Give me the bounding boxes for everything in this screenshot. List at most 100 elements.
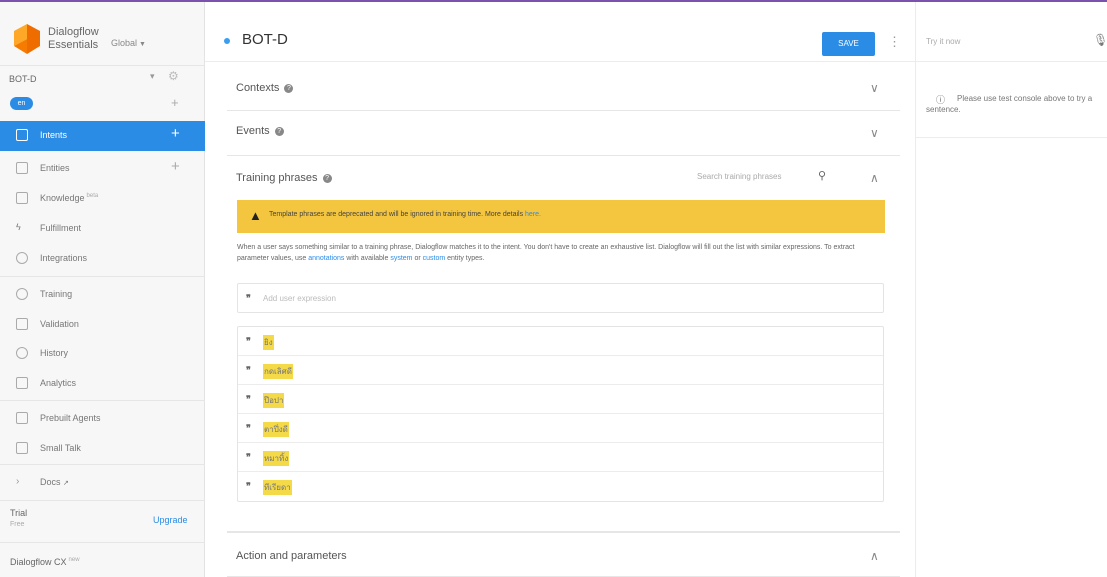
sidebar-item-integrations[interactable]: Integrations xyxy=(0,244,205,274)
upgrade-link[interactable]: Upgrade xyxy=(153,515,188,525)
beta-badge: beta xyxy=(86,193,99,199)
sidebar-item-docs[interactable]: › Docs ↗ xyxy=(0,468,205,498)
sidebar-item-training[interactable]: Training xyxy=(0,280,205,310)
sidebar-item-label: Prebuilt Agents xyxy=(40,413,101,423)
sidebar-item-entities[interactable]: Entities + xyxy=(0,154,205,184)
sidebar: Dialogflow Essentials Global ▼ BOT-D ▾ ⚙ … xyxy=(0,2,205,577)
sidebar-item-fulfillment[interactable]: ϟ Fulfillment xyxy=(0,214,205,244)
agent-selector: BOT-D ▾ ⚙ en + xyxy=(0,66,205,121)
custom-link[interactable]: custom xyxy=(423,255,446,262)
search-icon[interactable]: ⚲ xyxy=(818,169,826,182)
contexts-section[interactable]: Contexts? ∨ xyxy=(227,68,900,111)
gear-icon[interactable]: ⚙ xyxy=(168,69,179,83)
agent-dropdown-icon[interactable]: ▾ xyxy=(150,71,155,82)
language-pill[interactable]: en xyxy=(10,97,33,110)
action-parameters-section[interactable]: Action and parameters ∧ xyxy=(227,532,900,577)
microphone-icon[interactable]: 🎙 xyxy=(1093,33,1107,47)
warning-icon: ▲ xyxy=(249,208,262,223)
sidebar-item-validation[interactable]: Validation xyxy=(0,310,205,340)
list-item[interactable]: ❞ ตาปึ่งดี xyxy=(238,414,883,443)
console-hint: Please use test console above to try a s… xyxy=(926,94,1093,114)
try-it-now-input[interactable]: Try it now xyxy=(926,37,960,46)
chevron-up-icon[interactable]: ∧ xyxy=(870,549,879,563)
training-phrase[interactable]: ยิง xyxy=(263,335,274,350)
events-section[interactable]: Events? ∨ xyxy=(227,111,900,156)
list-item[interactable]: ❞ ทีเรียดา xyxy=(238,472,883,501)
dialogflow-cx-link[interactable]: Dialogflow CX new xyxy=(10,557,80,567)
save-button[interactable]: SAVE xyxy=(822,32,875,56)
chevron-down-icon[interactable]: ∨ xyxy=(870,126,879,140)
sidebar-item-label: Docs ↗ xyxy=(40,477,69,487)
quote-icon: ❞ xyxy=(246,423,251,433)
test-console: Try it now 🎙 Please use test console abo… xyxy=(915,2,1107,577)
annotations-link[interactable]: annotations xyxy=(308,255,344,262)
system-link[interactable]: system xyxy=(390,255,412,262)
knowledge-icon xyxy=(16,192,28,204)
list-item[interactable]: ❞ ยิง xyxy=(238,327,883,356)
training-phrase[interactable]: ตาปึ่งดี xyxy=(263,422,289,437)
logo-header: Dialogflow Essentials Global ▼ xyxy=(0,2,205,66)
external-link-icon: ↗ xyxy=(63,480,69,487)
validation-icon xyxy=(16,318,28,330)
console-divider xyxy=(916,61,1107,62)
desc-text: entity types. xyxy=(445,255,485,262)
editor-header: BOT-D SAVE ⋮ xyxy=(205,2,915,62)
training-phrase[interactable]: กดเลิศดี xyxy=(263,364,293,379)
sidebar-item-analytics[interactable]: Analytics xyxy=(0,369,205,399)
list-item[interactable]: ❞ ป๊อปา xyxy=(238,385,883,414)
desc-text: with available xyxy=(344,255,391,262)
region-label: Global xyxy=(111,38,138,48)
sidebar-item-label: History xyxy=(40,348,69,358)
training-phrase[interactable]: ป๊อปา xyxy=(263,393,285,408)
sidebar-item-knowledge[interactable]: Knowledge beta xyxy=(0,184,205,214)
intent-name-field[interactable]: BOT-D xyxy=(242,31,288,48)
sidebar-item-label: Intents xyxy=(40,130,68,140)
cx-label: Dialogflow CX xyxy=(10,557,67,567)
new-badge: new xyxy=(68,557,80,563)
help-icon[interactable]: ? xyxy=(274,126,284,136)
dialogflow-logo-icon xyxy=(14,24,40,54)
add-language-icon[interactable]: + xyxy=(171,95,179,110)
brand-line1: Dialogflow xyxy=(48,26,99,38)
sidebar-item-label: Fulfillment xyxy=(40,223,82,233)
trial-plan: Free xyxy=(10,521,25,528)
more-vert-icon[interactable]: ⋮ xyxy=(888,34,901,50)
quote-icon: ❞ xyxy=(246,293,251,303)
chevron-down-icon[interactable]: ∨ xyxy=(870,81,879,95)
console-divider xyxy=(916,137,1107,138)
help-icon[interactable]: ? xyxy=(322,173,332,183)
sidebar-item-intents[interactable]: Intents + xyxy=(0,121,205,151)
contexts-title: Contexts? xyxy=(236,82,294,94)
docs-label: Docs xyxy=(40,477,61,487)
sidebar-item-small-talk[interactable]: Small Talk xyxy=(0,434,205,464)
region-selector[interactable]: Global ▼ xyxy=(111,38,146,48)
sidebar-divider xyxy=(0,500,205,501)
agent-name[interactable]: BOT-D xyxy=(9,74,37,84)
quote-icon: ❞ xyxy=(246,365,251,375)
sidebar-item-label: Integrations xyxy=(40,253,88,263)
training-phrase[interactable]: ทีเรียดา xyxy=(263,480,292,495)
deprecation-warning: ▲ Template phrases are deprecated and wi… xyxy=(237,200,885,233)
intent-priority-dot[interactable] xyxy=(224,38,230,44)
add-intent-icon[interactable]: + xyxy=(171,126,180,141)
quote-icon: ❞ xyxy=(246,336,251,346)
training-phrases-list: ❞ ยิง ❞ กดเลิศดี ❞ ป๊อปา ❞ ตาปึ่งดี ❞ หมาทิ้ง… xyxy=(237,326,884,502)
training-phrase[interactable]: หมาทิ้ง xyxy=(263,451,290,466)
sidebar-item-label: Analytics xyxy=(40,378,77,388)
knowledge-label: Knowledge xyxy=(40,193,85,203)
help-icon[interactable]: ? xyxy=(284,83,294,93)
training-title: Training phrases? xyxy=(236,172,332,184)
training-label: Training phrases xyxy=(236,172,318,184)
sidebar-item-prebuilt-agents[interactable]: Prebuilt Agents xyxy=(0,404,205,434)
sidebar-item-label: Validation xyxy=(40,319,79,329)
add-entity-icon[interactable]: + xyxy=(171,159,180,174)
list-item[interactable]: ❞ หมาทิ้ง xyxy=(238,443,883,472)
analytics-icon xyxy=(16,377,28,389)
add-user-expression-field[interactable]: ❞ Add user expression xyxy=(237,283,884,313)
list-item[interactable]: ❞ กดเลิศดี xyxy=(238,356,883,385)
chevron-up-icon[interactable]: ∧ xyxy=(870,171,879,185)
warning-link[interactable]: here. xyxy=(525,211,541,218)
sidebar-item-history[interactable]: History xyxy=(0,339,205,369)
chevron-down-icon: ▼ xyxy=(139,41,146,48)
search-training-phrases-input[interactable]: Search training phrases xyxy=(697,172,782,181)
